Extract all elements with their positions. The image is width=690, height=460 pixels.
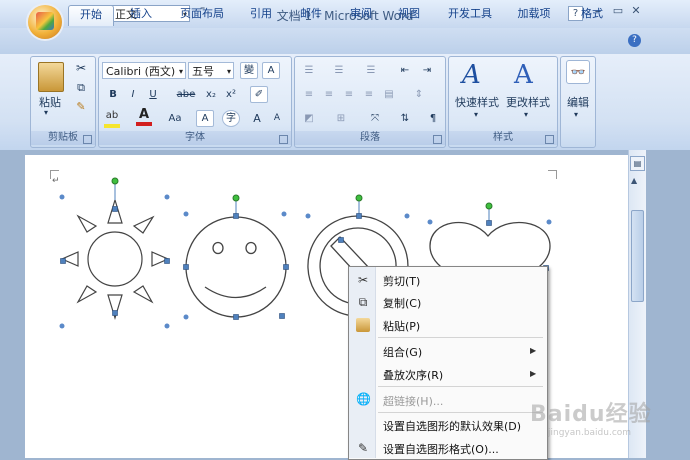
corner-handle[interactable] bbox=[404, 213, 410, 219]
rotate-handle[interactable] bbox=[111, 177, 119, 185]
submenu-arrow-icon: ▶ bbox=[530, 346, 537, 355]
baidu-watermark: Baidu经验 bbox=[530, 402, 652, 427]
corner-handle[interactable] bbox=[183, 314, 189, 320]
corner-handle[interactable] bbox=[183, 211, 189, 217]
resize-handle[interactable] bbox=[112, 310, 118, 316]
resize-handle[interactable] bbox=[112, 206, 118, 212]
menu-item-hyperlink[interactable]: 超链接(H)... bbox=[383, 393, 443, 409]
corner-handle[interactable] bbox=[427, 219, 433, 225]
rotate-handle[interactable] bbox=[485, 202, 493, 210]
scissors-icon: ✂ bbox=[357, 273, 369, 287]
format-shape-icon: ✎ bbox=[357, 441, 369, 455]
resize-handle[interactable] bbox=[183, 264, 189, 270]
office-logo-icon bbox=[36, 12, 54, 30]
corner-handle[interactable] bbox=[281, 211, 287, 217]
ruler-toggle-icon[interactable]: ▤ bbox=[630, 156, 645, 171]
resize-handle[interactable] bbox=[233, 314, 239, 320]
corner-handle[interactable] bbox=[164, 323, 170, 329]
resize-handle[interactable] bbox=[356, 213, 362, 219]
corner-handle[interactable] bbox=[59, 323, 65, 329]
corner-handle[interactable] bbox=[305, 213, 311, 219]
sun-shape[interactable] bbox=[60, 197, 170, 321]
submenu-arrow-icon: ▶ bbox=[530, 369, 537, 378]
resize-handle[interactable] bbox=[338, 237, 344, 243]
corner-handle[interactable] bbox=[59, 194, 65, 200]
menu-separator bbox=[378, 412, 543, 413]
resize-handle[interactable] bbox=[233, 213, 239, 219]
menu-item-paste[interactable]: 粘贴(P) bbox=[383, 318, 420, 334]
paste-icon bbox=[356, 318, 370, 332]
rotate-handle[interactable] bbox=[355, 194, 363, 202]
menu-item-order[interactable]: 叠放次序(R) bbox=[383, 367, 443, 383]
menu-item-format-shape[interactable]: 设置自选图形格式(O)... bbox=[383, 441, 499, 457]
hyperlink-icon: 🌐 bbox=[356, 392, 371, 406]
smiley-face-shape[interactable] bbox=[185, 216, 287, 318]
resize-handle[interactable] bbox=[283, 264, 289, 270]
resize-handle[interactable] bbox=[164, 258, 170, 264]
baidu-watermark-url: jingyan.baidu.com bbox=[548, 428, 632, 438]
resize-handle[interactable] bbox=[486, 220, 492, 226]
resize-handle[interactable] bbox=[60, 258, 66, 264]
menu-separator bbox=[378, 386, 543, 387]
menu-item-group[interactable]: 组合(G) bbox=[383, 344, 422, 360]
resize-handle[interactable] bbox=[279, 313, 285, 319]
menu-item-cut[interactable]: 剪切(T) bbox=[383, 273, 420, 289]
rotate-handle[interactable] bbox=[232, 194, 240, 202]
scroll-up-icon[interactable]: ▲ bbox=[631, 176, 637, 185]
menu-separator bbox=[378, 337, 543, 338]
menu-item-set-default-effect[interactable]: 设置自选图形的默认效果(D) bbox=[383, 418, 521, 434]
copy-icon: ⧉ bbox=[358, 295, 368, 309]
corner-handle[interactable] bbox=[164, 194, 170, 200]
scroll-thumb[interactable] bbox=[631, 210, 644, 302]
menu-item-copy[interactable]: 复制(C) bbox=[383, 295, 421, 311]
office-button[interactable] bbox=[28, 5, 62, 39]
corner-handle[interactable] bbox=[546, 219, 552, 225]
shapes-canvas bbox=[59, 177, 552, 329]
